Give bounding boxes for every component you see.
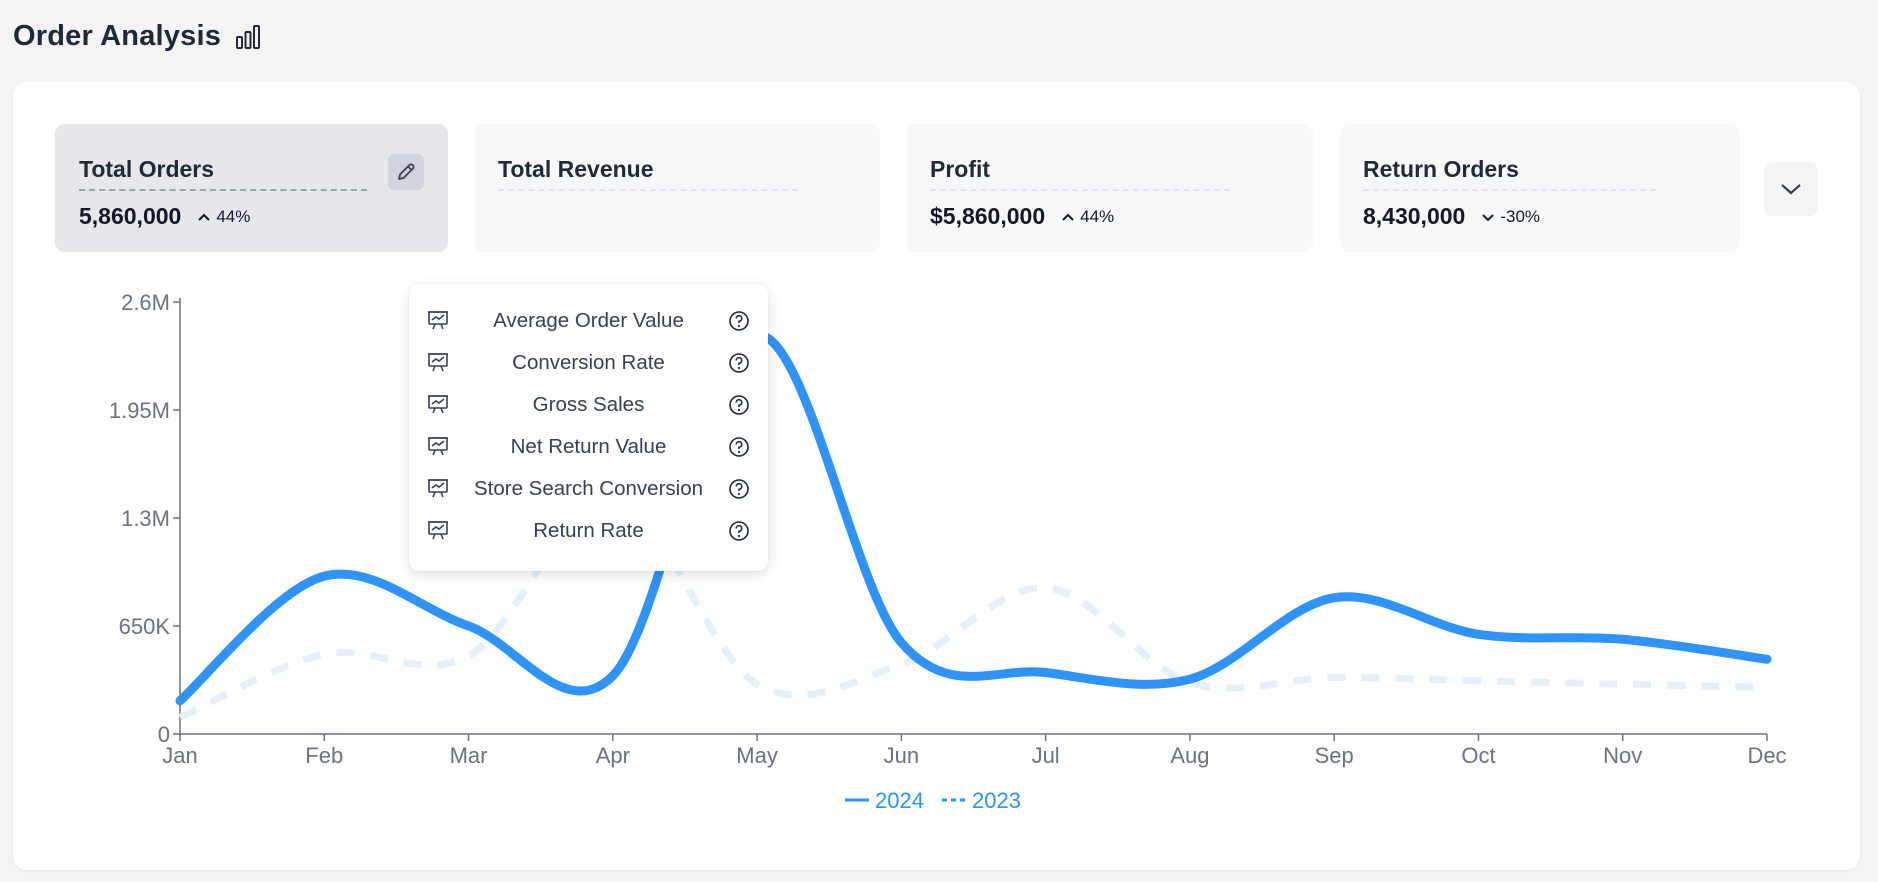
presentation-chart-icon xyxy=(428,395,448,414)
y-tick-label: 2.6M xyxy=(121,290,170,315)
order-line-chart: 0650K1.3M1.95M2.6MJan Feb Mar Apr May Jun Jul A… xyxy=(109,290,1787,813)
x-tick-label: May xyxy=(736,743,778,768)
dropdown-item-return-rate[interactable]: Return Rate xyxy=(409,510,768,552)
page-title: Order Analysis xyxy=(13,20,222,52)
dropdown-item-store-search-conversion[interactable]: Store Search Conversion xyxy=(409,468,768,510)
x-tick-label: Aug xyxy=(1170,743,1209,768)
page-header: Order Analysis xyxy=(13,20,261,53)
dropdown-item-label: Store Search Conversion xyxy=(473,477,704,500)
x-tick-label: Mar xyxy=(450,743,488,768)
y-tick-label: 1.3M xyxy=(121,506,170,531)
presentation-chart-icon xyxy=(428,521,448,540)
legend-label-2024: 2024 xyxy=(875,788,924,813)
help-circle-icon[interactable] xyxy=(728,436,750,458)
x-tick-label: Apr xyxy=(596,743,630,768)
presentation-chart-icon xyxy=(428,437,448,456)
dropdown-item-label: Return Rate xyxy=(533,519,644,542)
help-circle-icon[interactable] xyxy=(728,520,750,542)
bar-chart-icon[interactable] xyxy=(235,24,261,50)
analysis-card: Total Orders 5,860,000 44% Total Revenue… xyxy=(13,82,1860,870)
help-circle-icon[interactable] xyxy=(728,394,750,416)
metric-dropdown-menu: Average Order Value Conversion Rate Gros… xyxy=(409,284,768,571)
presentation-chart-icon xyxy=(428,353,448,372)
dropdown-item-label: Net Return Value xyxy=(510,435,667,458)
y-tick-label: 1.95M xyxy=(109,398,170,423)
x-tick-label: Dec xyxy=(1747,743,1786,768)
help-circle-icon[interactable] xyxy=(728,352,750,374)
dropdown-item-average-order-value[interactable]: Average Order Value xyxy=(409,300,768,342)
presentation-chart-icon xyxy=(428,479,448,498)
x-tick-label: Jul xyxy=(1032,743,1060,768)
presentation-chart-icon xyxy=(428,311,448,330)
dropdown-item-conversion-rate[interactable]: Conversion Rate xyxy=(409,342,768,384)
x-tick-label: Oct xyxy=(1461,743,1495,768)
dropdown-item-label: Gross Sales xyxy=(532,393,645,416)
dropdown-item-net-return-value[interactable]: Net Return Value xyxy=(409,426,768,468)
x-tick-label: Jan xyxy=(162,743,197,768)
dropdown-item-label: Conversion Rate xyxy=(512,351,665,374)
x-tick-label: Sep xyxy=(1315,743,1354,768)
y-tick-label: 650K xyxy=(119,614,171,639)
dropdown-item-gross-sales[interactable]: Gross Sales xyxy=(409,384,768,426)
help-circle-icon[interactable] xyxy=(728,478,750,500)
legend-label-2023: 2023 xyxy=(972,788,1021,813)
help-circle-icon[interactable] xyxy=(728,310,750,332)
x-tick-label: Nov xyxy=(1603,743,1642,768)
x-tick-label: Feb xyxy=(305,743,343,768)
dropdown-item-label: Average Order Value xyxy=(493,309,684,332)
x-tick-label: Jun xyxy=(884,743,919,768)
